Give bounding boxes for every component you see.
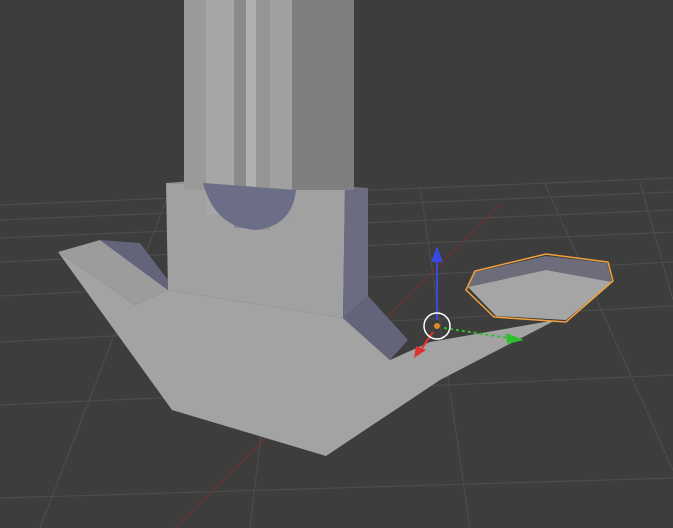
3d-viewport[interactable] xyxy=(0,0,673,528)
viewport-canvas[interactable] xyxy=(0,0,673,528)
z-axis-arrow[interactable] xyxy=(431,246,443,262)
object-origin-dot xyxy=(434,323,440,329)
pedestal-side xyxy=(343,188,368,318)
